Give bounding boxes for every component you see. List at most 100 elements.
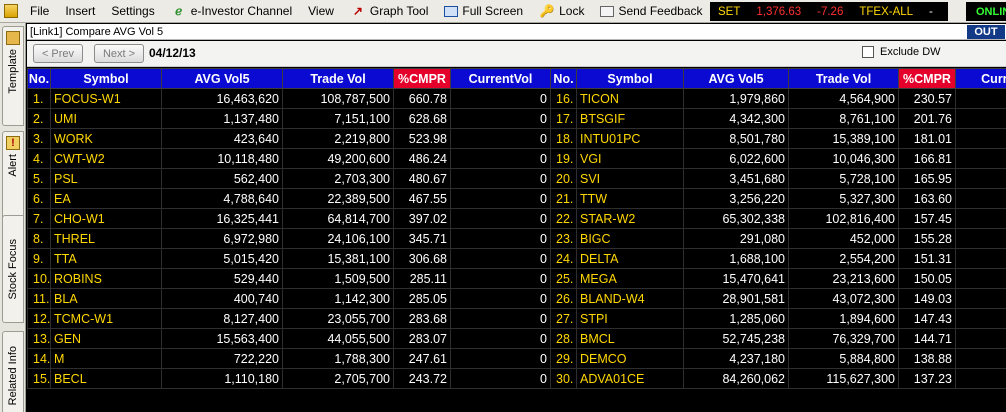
table-row[interactable]: 10. ROBINS 529,440 1,509,500 285.11 0 25. MEGA 1… (27, 268, 1006, 289)
feedback-icon (600, 5, 615, 17)
col-header-no-2[interactable]: No. (550, 68, 577, 89)
col-header-symbol-2[interactable]: Symbol (576, 68, 684, 89)
col-header-cmpr-2[interactable]: %CMPR (898, 68, 956, 89)
menu-e-investor-channel[interactable]: ℯ e-Investor Channel (163, 0, 300, 23)
right-cell-trade: 5,884,800 (788, 348, 899, 369)
left-cell-current: 0 (450, 188, 551, 209)
right-cell-avg: 8,501,780 (683, 128, 789, 149)
right-cell-current (955, 288, 1006, 309)
right-cell-cmpr: 165.95 (898, 168, 956, 189)
menu-lock[interactable]: 🔑 Lock (531, 0, 592, 23)
col-header-symbol[interactable]: Symbol (50, 68, 162, 89)
right-cell-trade: 23,213,600 (788, 268, 899, 289)
table-row[interactable]: 12. TCMC-W1 8,127,400 23,055,700 283.68 0 27. S… (27, 308, 1006, 329)
ticker-index-value: 1,376.63 (756, 5, 802, 18)
market-ticker[interactable]: SET 1,376.63 -7.26 TFEX-ALL - (710, 2, 948, 21)
table-row[interactable]: 13. GEN 15,563,400 44,055,500 283.07 0 28. BMCL… (27, 328, 1006, 349)
left-cell-current: 0 (450, 168, 551, 189)
left-cell-current: 0 (450, 108, 551, 129)
col-header-trade-vol-2[interactable]: Trade Vol (788, 68, 899, 89)
table-row[interactable]: 6. EA 4,788,640 22,389,500 467.55 0 21. TTW 3,25… (27, 188, 1006, 209)
table-row[interactable]: 4. CWT-W2 10,118,480 49,200,600 486.24 0 19. VG… (27, 148, 1006, 169)
menu-settings[interactable]: Settings (103, 0, 162, 23)
left-cell-avg: 722,220 (161, 348, 283, 369)
table-row[interactable]: 3. WORK 423,640 2,219,800 523.98 0 18. INTU01PC… (27, 128, 1006, 149)
left-cell-trade: 1,142,300 (282, 288, 394, 309)
app-menu-icon[interactable] (0, 0, 22, 23)
right-cell-no: 23. (550, 228, 577, 249)
table-row[interactable]: 5. PSL 562,400 2,703,300 480.67 0 20. SVI 3,451,… (27, 168, 1006, 189)
col-header-avg-vol5-2[interactable]: AVG Vol5 (683, 68, 789, 89)
left-cell-cmpr: 660.78 (393, 88, 451, 109)
left-cell-cmpr: 283.07 (393, 328, 451, 349)
table-row[interactable]: 9. TTA 5,015,420 15,381,100 306.68 0 24. DELTA 1… (27, 248, 1006, 269)
tab-template[interactable]: Template (2, 26, 24, 126)
right-cell-no: 22. (550, 208, 577, 229)
table-row[interactable]: 11. BLA 400,740 1,142,300 285.05 0 26. BLAND-W4… (27, 288, 1006, 309)
alert-icon: ! (6, 136, 20, 150)
left-cell-current: 0 (450, 208, 551, 229)
window-title-bar: [Link1] Compare AVG Vol 5 OUT (27, 24, 1006, 40)
prev-button[interactable]: < Prev (33, 44, 83, 63)
menu-send-feedback[interactable]: Send Feedback (592, 0, 710, 23)
tab-stock-focus[interactable]: Stock Focus (2, 215, 24, 323)
right-cell-trade: 15,389,100 (788, 128, 899, 149)
left-cell-symbol: GEN (50, 328, 162, 349)
right-cell-trade: 1,894,600 (788, 308, 899, 329)
left-cell-symbol: CHO-W1 (50, 208, 162, 229)
menu-insert[interactable]: Insert (57, 0, 103, 23)
menu-full-screen[interactable]: Full Screen (436, 0, 531, 23)
left-cell-trade: 22,389,500 (282, 188, 394, 209)
left-cell-current: 0 (450, 268, 551, 289)
col-header-cmpr[interactable]: %CMPR (393, 68, 451, 89)
checkbox-box[interactable] (862, 46, 874, 58)
right-cell-cmpr: 150.05 (898, 268, 956, 289)
right-cell-current (955, 108, 1006, 129)
menu-view[interactable]: View (300, 0, 342, 23)
right-cell-cmpr: 155.28 (898, 228, 956, 249)
left-cell-no: 6. (27, 188, 51, 209)
col-header-avg-vol5[interactable]: AVG Vol5 (161, 68, 283, 89)
left-cell-symbol: ROBINS (50, 268, 162, 289)
left-cell-trade: 2,219,800 (282, 128, 394, 149)
right-cell-symbol: ADVA01CE (576, 368, 684, 389)
left-cell-no: 3. (27, 128, 51, 149)
right-cell-trade: 452,000 (788, 228, 899, 249)
table-row[interactable]: 2. UMI 1,137,480 7,151,100 628.68 0 17. BTSGIF 4… (27, 108, 1006, 129)
left-cell-trade: 2,705,700 (282, 368, 394, 389)
left-cell-cmpr: 306.68 (393, 248, 451, 269)
table-row[interactable]: 8. THREL 6,972,980 24,106,100 345.71 0 23. BIGC… (27, 228, 1006, 249)
left-cell-trade: 15,381,100 (282, 248, 394, 269)
right-cell-no: 28. (550, 328, 577, 349)
right-cell-cmpr: 230.57 (898, 88, 956, 109)
left-cell-trade: 1,509,500 (282, 268, 394, 289)
right-cell-avg: 52,745,238 (683, 328, 789, 349)
out-button[interactable]: OUT (967, 25, 1005, 39)
menu-file[interactable]: File (22, 0, 57, 23)
col-header-trade-vol[interactable]: Trade Vol (282, 68, 394, 89)
tab-related-info[interactable]: Related Info (2, 331, 24, 412)
col-header-current-vol[interactable]: CurrentVol (450, 68, 551, 89)
left-cell-avg: 1,110,180 (161, 368, 283, 389)
right-cell-no: 21. (550, 188, 577, 209)
left-cell-no: 7. (27, 208, 51, 229)
right-cell-symbol: DEMCO (576, 348, 684, 369)
menu-e-investor-channel-label: e-Investor Channel (190, 4, 293, 18)
menu-graph-tool[interactable]: ↗ Graph Tool (342, 0, 436, 23)
left-cell-current: 0 (450, 88, 551, 109)
table-row[interactable]: 1. FOCUS-W1 16,463,620 108,787,500 660.78 0 16… (27, 88, 1006, 109)
compare-volume-grid[interactable]: No. Symbol AVG Vol5 Trade Vol %CMPR Curr… (27, 68, 1006, 412)
right-cell-trade: 10,046,300 (788, 148, 899, 169)
exclude-dw-checkbox[interactable]: Exclude DW (862, 46, 941, 58)
table-row[interactable]: 7. CHO-W1 16,325,441 64,814,700 397.02 0 22. ST… (27, 208, 1006, 229)
table-row[interactable]: 15. BECL 1,110,180 2,705,700 243.72 0 30. ADVA0… (27, 368, 1006, 389)
table-row[interactable]: 14. M 722,220 1,788,300 247.61 0 29. DEMCO 4,237… (27, 348, 1006, 369)
right-cell-symbol: BIGC (576, 228, 684, 249)
next-button[interactable]: Next > (94, 44, 144, 63)
right-cell-no: 26. (550, 288, 577, 309)
col-header-no[interactable]: No. (27, 68, 51, 89)
tab-alert[interactable]: ! Alert (2, 131, 24, 226)
right-cell-cmpr: 147.43 (898, 308, 956, 329)
right-cell-no: 24. (550, 248, 577, 269)
col-header-current-vol-2[interactable]: CurrentVol (955, 68, 1006, 89)
